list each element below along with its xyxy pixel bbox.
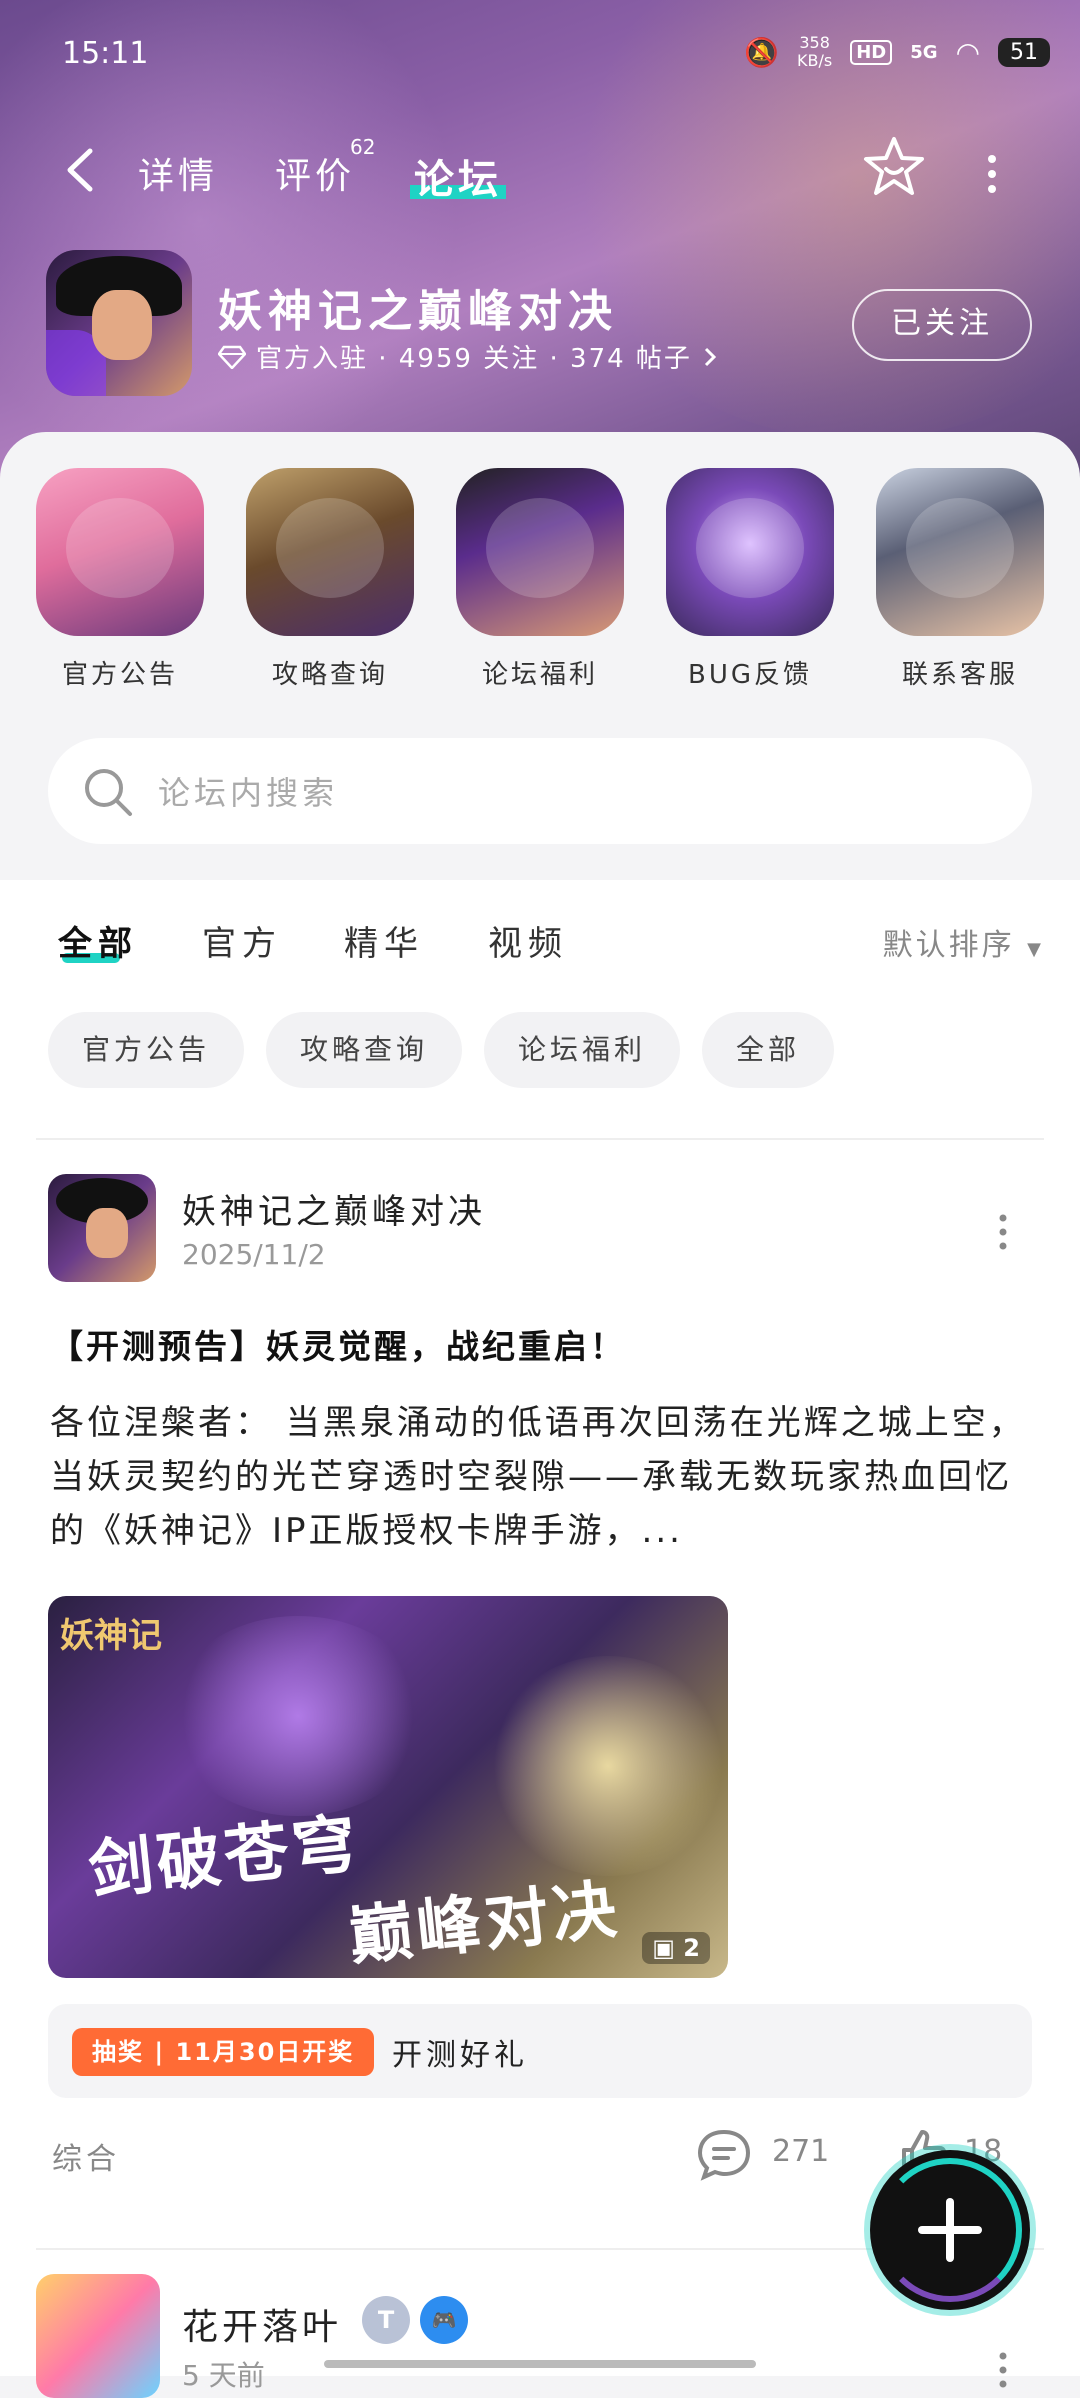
post-category[interactable]: 综合: [52, 2134, 120, 2178]
image-slogan: 巅峰对决: [345, 1871, 624, 1975]
forum-header-panel: 官方公告 攻略查询 论坛福利 BUG反馈 联系客服 论坛内搜索: [0, 432, 1080, 880]
post-author[interactable]: 花开落叶: [182, 2298, 342, 2350]
game-meta-text: 官方入驻 · 4959 关注 · 374 帖子: [256, 344, 692, 374]
image-count-badge: ▣ 2: [642, 1932, 710, 1964]
lottery-card[interactable]: 抽奖 | 11月30日开奖 开测好礼: [48, 2004, 1032, 2098]
post-author[interactable]: 妖神记之巅峰对决: [182, 1184, 486, 1233]
chip-welfare[interactable]: 论坛福利: [484, 1012, 681, 1088]
post-body[interactable]: 各位涅槃者： 当黑泉涌动的低语再次回荡在光辉之城上空，当妖灵契约的光芒穿透时空裂…: [50, 1396, 1030, 1558]
lottery-tag: 抽奖 | 11月30日开奖: [72, 2028, 375, 2076]
home-indicator[interactable]: [324, 2360, 756, 2368]
category-label: 联系客服: [901, 660, 1018, 690]
post-date: 5 天前: [182, 2359, 265, 2392]
divider: [36, 1138, 1044, 1140]
tab-detail[interactable]: 详情: [138, 147, 218, 199]
lottery-text: 开测好礼: [392, 2038, 528, 2073]
netspeed: 358 KB/s: [797, 33, 833, 70]
filter-chips: 官方公告 攻略查询 论坛福利 全部: [48, 1012, 835, 1088]
image-logo: 妖神记: [60, 1616, 162, 1656]
image-slogan: 剑破苍穹: [85, 1805, 364, 1909]
tab-forum-label: 论坛: [414, 157, 502, 203]
plus-icon: [918, 2198, 982, 2262]
tab-review[interactable]: 评价: [275, 147, 355, 199]
author-avatar[interactable]: [36, 2274, 160, 2398]
category-image: [876, 468, 1044, 636]
post-image[interactable]: 妖神记 剑破苍穹 巅峰对决 ▣ 2: [48, 1596, 728, 1978]
caret-down-icon: ▼: [1027, 939, 1044, 960]
post-feed: 全部 官方 精华 视频 默认排序 ▼ 官方公告 攻略查询 论坛福利 全部 妖神记…: [0, 880, 1080, 2398]
tab-forum[interactable]: 论坛: [410, 147, 506, 205]
tab-official[interactable]: 官方: [202, 916, 282, 965]
tab-essence[interactable]: 精华: [344, 916, 424, 965]
wifi-icon: ◠: [955, 35, 980, 69]
mute-icon: 🔕: [744, 35, 780, 69]
category-image: [456, 468, 624, 636]
category-bug-report[interactable]: BUG反馈: [665, 468, 835, 691]
gamepad-badge-icon: 🎮: [420, 2296, 468, 2344]
post-title[interactable]: 【开测预告】妖灵觉醒，战纪重启！: [50, 1320, 626, 1368]
create-post-button[interactable]: [870, 2150, 1030, 2310]
chip-all[interactable]: 全部: [702, 1012, 835, 1088]
hd-icon: HD: [850, 39, 893, 65]
search-icon: [85, 769, 132, 816]
category-label: BUG反馈: [687, 660, 812, 690]
status-icons: 🔕 358 KB/s HD 5G ◠ 51: [744, 34, 1050, 70]
chip-guide[interactable]: 攻略查询: [266, 1012, 463, 1088]
sort-label: 默认排序: [882, 928, 1015, 963]
category-support[interactable]: 联系客服: [875, 468, 1045, 691]
category-image: [246, 468, 414, 636]
back-icon[interactable]: [60, 145, 100, 195]
post-more-icon[interactable]: [996, 2350, 1010, 2390]
post-date: 2025/11/2: [182, 1238, 326, 1271]
review-count-badge: 62: [350, 135, 376, 159]
game-meta[interactable]: 官方入驻 · 4959 关注 · 374 帖子: [218, 338, 718, 375]
tab-all[interactable]: 全部: [58, 916, 138, 965]
level-badge-icon: T: [362, 2296, 410, 2344]
game-icon[interactable]: [46, 250, 192, 396]
tab-video[interactable]: 视频: [488, 916, 568, 965]
diamond-icon: [218, 345, 246, 369]
more-options-icon[interactable]: [982, 149, 1002, 199]
category-label: 论坛福利: [481, 660, 598, 690]
status-time: 15:11: [62, 36, 149, 71]
category-image: [36, 468, 204, 636]
category-label: 攻略查询: [271, 660, 388, 690]
post-more-icon[interactable]: [996, 1212, 1010, 1252]
signal-icon: 5G: [910, 41, 938, 63]
category-guide[interactable]: 攻略查询: [245, 468, 415, 691]
comment-icon[interactable]: [694, 2126, 754, 2182]
battery-icon: 51: [998, 37, 1050, 67]
search-input[interactable]: 论坛内搜索: [48, 738, 1032, 844]
tab-all-label: 全部: [58, 924, 138, 964]
top-nav: 详情 评价 62 论坛: [0, 135, 1080, 215]
category-welfare[interactable]: 论坛福利: [455, 468, 625, 691]
status-bar: 15:11 🔕 358 KB/s HD 5G ◠ 51: [0, 0, 1080, 110]
feed-tabs: 全部 官方 精华 视频 默认排序 ▼: [0, 916, 1080, 986]
game-title: 妖神记之巅峰对决: [218, 286, 618, 337]
chevron-right-icon: [704, 347, 717, 366]
category-official-notice[interactable]: 官方公告: [35, 468, 205, 691]
category-label: 官方公告: [61, 660, 178, 690]
category-image: [666, 468, 834, 636]
author-avatar[interactable]: [48, 1174, 156, 1282]
follow-button[interactable]: 已关注: [852, 289, 1032, 361]
chip-official-notice[interactable]: 官方公告: [48, 1012, 245, 1088]
image-icon: ▣: [652, 1934, 675, 1962]
favorite-star-icon[interactable]: [862, 135, 926, 199]
sort-dropdown[interactable]: 默认排序 ▼: [883, 920, 1044, 964]
search-placeholder: 论坛内搜索: [158, 774, 339, 812]
comment-count: 271: [772, 2134, 830, 2169]
